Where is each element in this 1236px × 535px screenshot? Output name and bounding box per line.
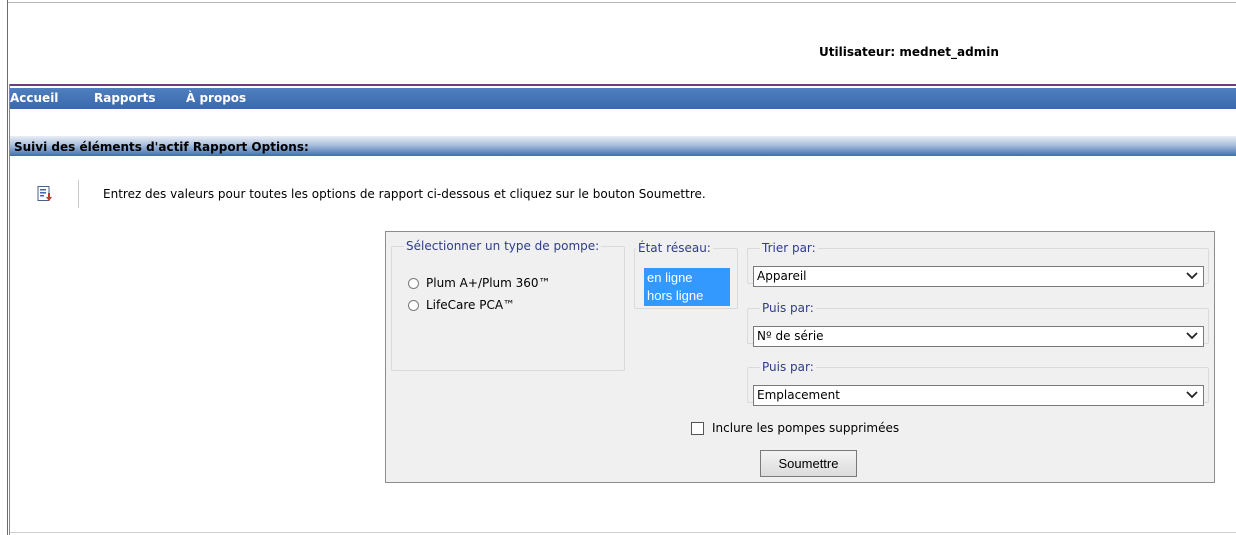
pump-type-option[interactable]: Plum A+/Plum 360™: [408, 276, 551, 290]
pump-type-option[interactable]: LifeCare PCA™: [408, 298, 515, 312]
pump-type-group: Sélectionner un type de pompe: Plum A+/P…: [391, 239, 625, 371]
pump-type-legend: Sélectionner un type de pompe:: [406, 239, 600, 253]
pump-type-option-label: Plum A+/Plum 360™: [426, 276, 551, 290]
section-title: Suivi des éléments d'actif Rapport Optio…: [14, 140, 309, 154]
report-options-panel: Sélectionner un type de pompe: Plum A+/P…: [385, 231, 1215, 483]
chevron-down-icon: [1186, 272, 1198, 280]
chevron-down-icon: [1186, 391, 1198, 399]
then-by-group-1: Puis par: Nº de série: [747, 301, 1209, 347]
pump-type-option-label: LifeCare PCA™: [426, 298, 516, 312]
include-deleted-row[interactable]: Inclure les pompes supprimées: [691, 421, 899, 435]
then-by-group-2: Puis par: Emplacement: [747, 360, 1209, 406]
listbox-option[interactable]: en ligne: [645, 269, 729, 287]
include-deleted-checkbox[interactable]: [691, 421, 704, 435]
then-by-select-2[interactable]: Emplacement: [753, 385, 1204, 406]
sort-by-select[interactable]: Appareil: [753, 266, 1204, 287]
submit-button[interactable]: Soumettre: [760, 450, 857, 477]
nav-item-accueil[interactable]: Accueil: [10, 91, 58, 105]
left-divider: [7, 0, 8, 535]
then-by-legend: Puis par:: [762, 301, 814, 315]
instructions-divider: [78, 180, 79, 208]
network-state-listbox[interactable]: en ligne hors ligne: [644, 268, 730, 306]
top-divider: [8, 2, 1236, 3]
network-state-group: État réseau: en ligne hors ligne: [634, 241, 738, 309]
bottom-divider: [10, 532, 1236, 533]
include-deleted-label: Inclure les pompes supprimées: [712, 421, 900, 435]
user-label: Utilisateur: mednet_admin: [819, 45, 999, 59]
radio-button[interactable]: [408, 299, 419, 311]
nav-item-rapports[interactable]: Rapports: [94, 91, 156, 105]
sort-by-legend: Trier par:: [762, 241, 816, 255]
network-state-legend: État réseau:: [638, 241, 711, 255]
then-by-value: Emplacement: [757, 388, 840, 402]
instructions-text: Entrez des valeurs pour toutes les optio…: [103, 187, 706, 201]
report-options-icon: [37, 186, 53, 202]
radio-button[interactable]: [408, 277, 419, 289]
sort-by-group: Trier par: Appareil: [747, 241, 1209, 287]
nav-item-a-propos[interactable]: À propos: [186, 91, 246, 105]
then-by-legend: Puis par:: [762, 360, 814, 374]
chevron-down-icon: [1186, 332, 1198, 340]
page: Utilisateur: mednet_admin Accueil Rappor…: [0, 0, 1236, 535]
section-header: Suivi des éléments d'actif Rapport Optio…: [10, 136, 1236, 156]
then-by-select-1[interactable]: Nº de série: [753, 326, 1204, 347]
then-by-value: Nº de série: [757, 329, 824, 343]
sort-by-value: Appareil: [757, 269, 807, 283]
header-divider: [10, 84, 1236, 86]
listbox-option[interactable]: hors ligne: [645, 287, 729, 305]
nav-bar: Accueil Rapports À propos: [10, 88, 1236, 109]
